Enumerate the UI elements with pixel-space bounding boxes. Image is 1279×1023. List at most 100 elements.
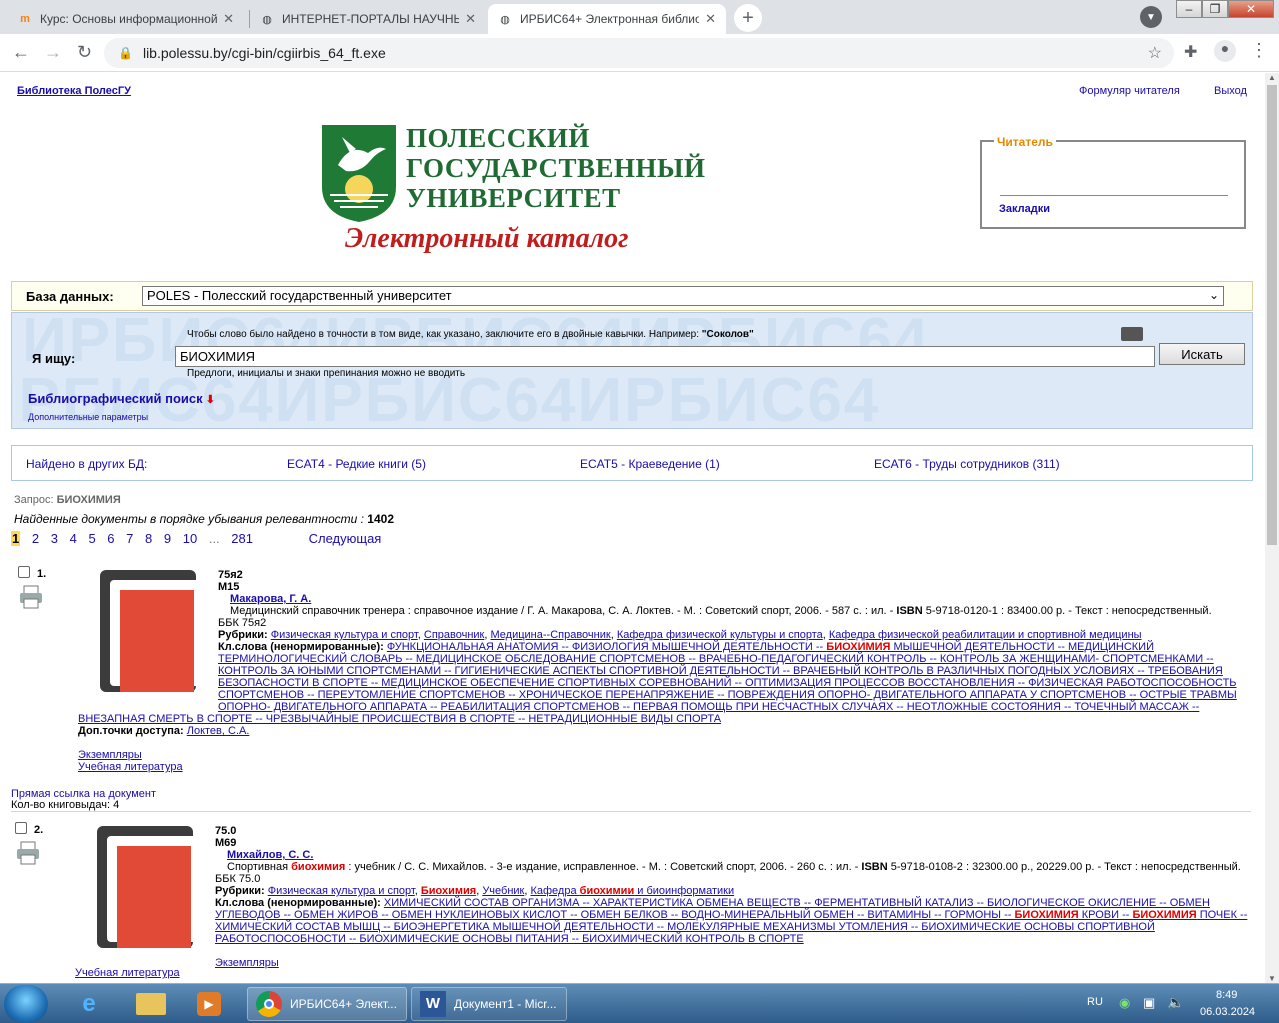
other-db-ecat6[interactable]: ECAT6 - Труды сотрудников (311) [874,457,1060,471]
record-number: 2. [34,824,44,836]
page-link[interactable]: 8 [145,531,152,546]
rubric-link[interactable]: Кафедра физической реабилитации и спорти… [829,629,1142,641]
search-button[interactable]: Искать [1159,343,1245,365]
rubric-link[interactable]: Кафедра физической культуры и спорта [617,629,823,641]
page-link[interactable]: 9 [164,531,171,546]
bbk-code: ББК 75я2 [218,617,267,629]
scroll-down-icon[interactable]: ▼ [1268,974,1276,983]
close-window-button[interactable]: ✕ [1228,0,1274,18]
close-icon[interactable]: ✕ [223,11,234,27]
back-icon[interactable]: ← [12,42,30,63]
page-link[interactable]: 3 [51,531,58,546]
divider [11,811,1251,812]
media-player-icon[interactable]: ▶ [186,987,232,1021]
author-link[interactable]: Михайлов, С. С. [215,849,313,861]
maximize-button[interactable]: ❐ [1202,0,1228,18]
page-link[interactable]: 281 [231,531,253,546]
keyword-link[interactable]: ХИМИЧЕСКИЙ СОСТАВ ОРГАНИЗМА -- ХАРАКТЕРИ… [384,897,1210,909]
search-panel: ИРБИС64ИРБИС64ИРБИС64 ИРБИС64ИРБИС64ИРБИ… [11,312,1253,429]
bookmarks-link[interactable]: Закладки [999,203,1050,215]
printer-icon[interactable] [18,585,44,609]
keyword-link[interactable]: КОНТРОЛЬ ЗА ЮНЫМИ СПОРТСМЕНАМИ -- ГИГИЕН… [218,665,1223,677]
tab-course[interactable]: m Курс: Основы информационной ... ✕ [8,4,244,34]
language-indicator[interactable]: RU [1087,996,1103,1008]
page-scrollbar[interactable]: ▲ ▼ [1265,73,1279,983]
library-home-link[interactable]: Библиотека ПолесГУ [17,85,131,97]
start-button[interactable] [4,985,48,1023]
search-input[interactable]: БИОХИМИЯ [175,346,1155,367]
volume-icon[interactable]: 🔈 [1167,994,1184,1011]
scroll-up-icon[interactable]: ▲ [1268,73,1276,82]
next-page-link[interactable]: Следующая [309,531,382,546]
internet-explorer-icon[interactable]: e [66,987,112,1021]
forward-icon[interactable]: → [44,42,62,63]
rubric-link[interactable]: Справочник [424,629,485,641]
author-link[interactable]: Макарова, Г. А. [218,593,311,605]
page-link[interactable]: 6 [107,531,114,546]
keyword-link[interactable]: БЕЗОПАСНОСТИ В СПОРТЕ -- МЕДИЦИНСКОЕ ОБЕ… [218,677,1237,689]
star-icon[interactable]: ☆ [1148,43,1162,63]
class-code: 75.0 [215,825,237,837]
tab-portals[interactable]: ◍ ИНТЕРНЕТ-ПОРТАЛЫ НАУЧНЫХ ... ✕ [250,4,486,34]
page-link[interactable]: 7 [126,531,133,546]
keyword-link[interactable]: РАБОТОСПОСОБНОСТИ -- БИОХИМИЧЕСКИЕ ОСНОВ… [215,933,804,945]
profile-menu-icon[interactable]: ▼ [1140,6,1162,28]
other-db-label: Найдено в других БД: [26,457,148,471]
page-link[interactable]: 2 [32,531,39,546]
menu-icon[interactable]: ⋮ [1250,40,1268,61]
other-db-ecat4[interactable]: ECAT4 - Редкие книги (5) [287,457,426,471]
keyword-link[interactable]: ОПОРНО- ДВИГАТЕЛЬНОГО АППАРАТА -- РЕАБИЛ… [218,701,1199,713]
taskbar-chrome[interactable]: ИРБИС64+ Элект... [247,987,407,1021]
status-icon[interactable]: ◉ [1119,995,1130,1011]
book-cover-icon [100,570,196,692]
copies-link[interactable]: Экземпляры [215,957,279,969]
rubric-link[interactable]: Физическая культура и спорт [271,629,418,641]
extensions-icon[interactable]: ✚ [1184,42,1197,62]
address-bar[interactable]: 🔒 lib.polessu.by/cgi-bin/cgiirbis_64_ft.… [104,38,1174,68]
reload-icon[interactable]: ↻ [77,42,92,63]
study-literature-link[interactable]: Учебная литература [78,761,183,773]
database-select[interactable]: POLES - Полесский государственный универ… [142,286,1224,306]
exact-match-hint: Чтобы слово было найдено в точности в то… [187,329,754,340]
keyboard-icon[interactable] [1121,327,1143,341]
page-link[interactable]: 5 [88,531,95,546]
bibliographic-search-link[interactable]: Библиографический поиск ⬇ [28,391,215,406]
rubric-link[interactable]: Биохимия [421,885,476,897]
printer-icon[interactable] [15,841,41,865]
close-icon[interactable]: ✕ [465,11,476,27]
rubric-link[interactable]: Медицина--Справочник [491,629,611,641]
file-explorer-icon[interactable] [128,987,174,1021]
rubric-link[interactable]: Кафедра биохимии и биоинформатики [530,885,734,897]
select-checkbox[interactable] [15,822,27,834]
rubric-link[interactable]: Физическая культура и спорт [268,885,415,897]
page-link[interactable]: 4 [70,531,77,546]
keyword-link[interactable]: ВНЕЗАПНАЯ СМЕРТЬ В СПОРТЕ -- ЧРЕЗВЫЧАЙНЫ… [78,713,721,725]
reader-form-link[interactable]: Формуляр читателя [1079,85,1180,97]
select-checkbox[interactable] [18,566,30,578]
tab-irbis[interactable]: ◍ ИРБИС64+ Электронная библиотека ✕ [488,4,726,34]
keyword-link[interactable]: ХИМИЧЕСКИЙ СОСТАВ МЫШЦ -- БИОЭНЕРГЕТИКА … [215,921,1155,933]
coauthor-link[interactable]: Локтев, С.А. [187,725,250,737]
taskbar-word[interactable]: W Документ1 - Micr... [411,987,567,1021]
minimize-button[interactable]: – [1176,0,1202,18]
keyword-link[interactable]: ФУНКЦИОНАЛЬНАЯ АНАТОМИЯ -- ФИЗИОЛОГИЯ МЫ… [387,641,1154,653]
new-tab-button[interactable]: + [734,4,762,32]
bibliographic-description: Медицинский справочник тренера : справоч… [230,605,1212,617]
advanced-params-link[interactable]: Дополнительные параметры [28,412,148,422]
close-icon[interactable]: ✕ [705,11,716,27]
keyword-link[interactable]: УГЛЕВОДОВ -- ОБМЕН ЖИРОВ -- ОБМЕН НУКЛЕИ… [215,909,1247,921]
keyword-link[interactable]: ТЕРМИНОЛОГИЧЕСКИЙ СЛОВАРЬ -- МЕДИЦИНСКОЕ… [218,653,1214,665]
rubric-link[interactable]: Учебник [482,885,524,897]
other-db-ecat5[interactable]: ECAT5 - Краеведение (1) [580,457,720,471]
clock-time[interactable]: 8:49 [1216,989,1237,1001]
network-icon[interactable]: ▣ [1143,995,1155,1011]
study-literature-link[interactable]: Учебная литература [75,967,180,979]
page-link[interactable]: 10 [183,531,197,546]
copies-link[interactable]: Экземпляры [78,749,142,761]
keyword-link[interactable]: СПОРТСМЕНОВ -- ПЕРЕУТОМЛЕНИЕ СПОРТСМЕНОВ… [218,689,1237,701]
tab-title: ИНТЕРНЕТ-ПОРТАЛЫ НАУЧНЫХ ... [282,12,460,26]
scroll-thumb[interactable] [1267,85,1277,545]
account-icon[interactable]: ● [1214,40,1236,62]
logout-link[interactable]: Выход [1214,85,1247,97]
clock-date[interactable]: 06.03.2024 [1200,1006,1255,1018]
